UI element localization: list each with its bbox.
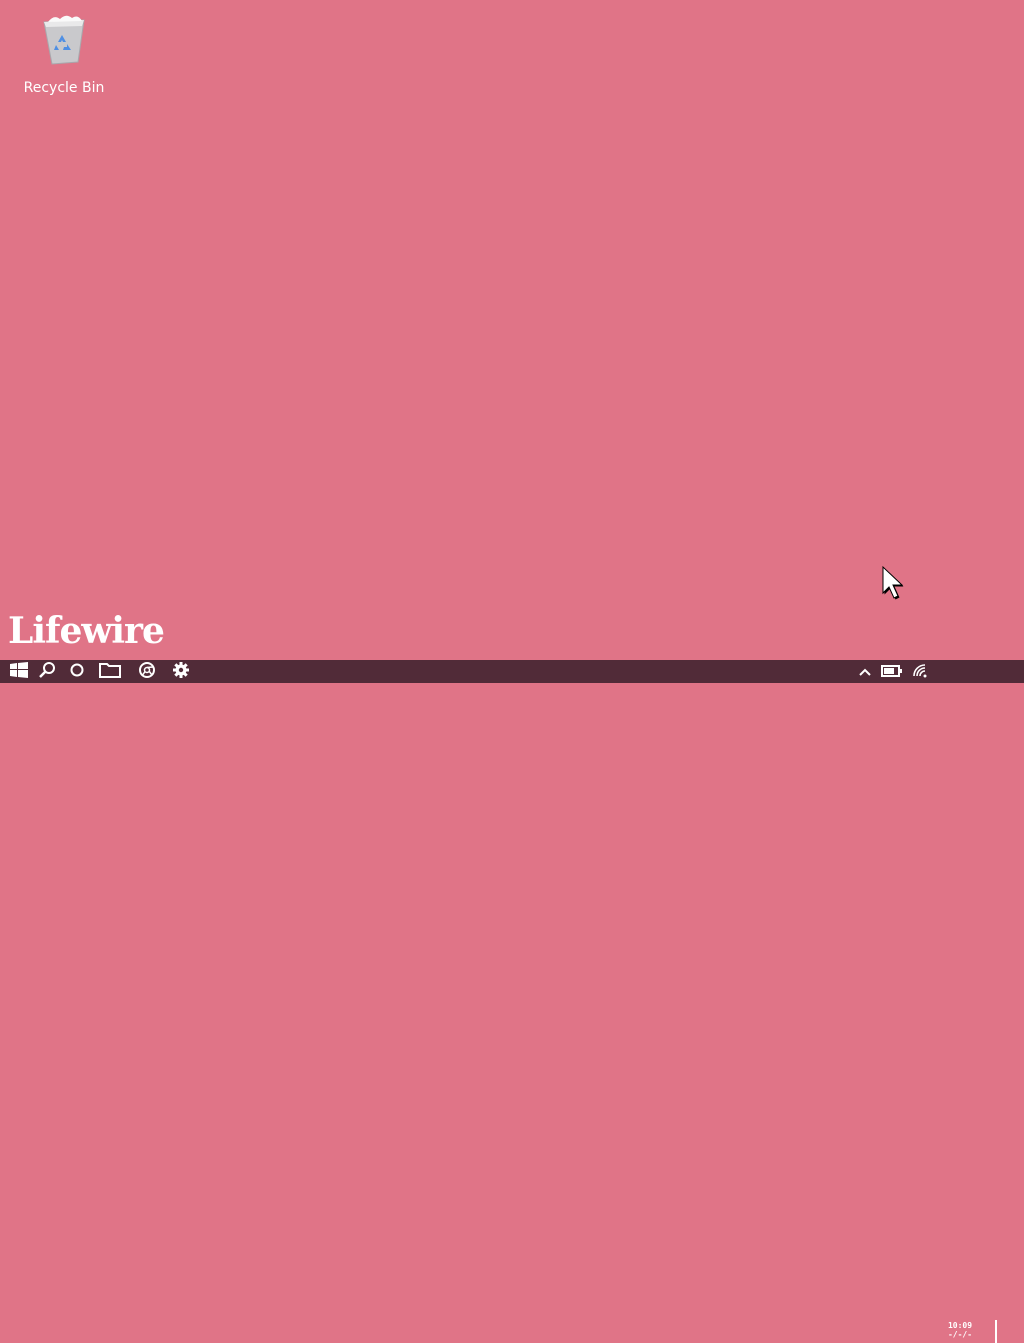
battery-icon (881, 662, 903, 681)
file-explorer-button[interactable] (95, 660, 125, 683)
desktop-icon-recycle-bin[interactable]: Recycle Bin (14, 12, 114, 96)
search-button[interactable] (32, 660, 62, 683)
chevron-up-icon (858, 662, 872, 681)
wifi-icon (911, 662, 929, 682)
clock-time: 10:09 (947, 1321, 973, 1330)
gear-icon (172, 661, 190, 683)
windows-logo-icon (10, 661, 28, 682)
battery-button[interactable] (878, 660, 906, 683)
settings-button[interactable] (166, 660, 196, 683)
clock-date: -/-/- (947, 1330, 973, 1339)
lifewire-watermark: Lifewire (8, 610, 165, 652)
recycle-bin-label: Recycle Bin (23, 80, 105, 96)
recycle-bin-icon (38, 12, 90, 66)
chrome-icon (138, 661, 156, 683)
browser-button[interactable] (132, 660, 162, 683)
folder-icon (99, 662, 121, 682)
taskbar: 10:09 -/-/- (0, 660, 1024, 1343)
cortana-button[interactable] (62, 660, 92, 683)
circle-icon (69, 662, 85, 682)
network-button[interactable] (906, 660, 934, 683)
search-icon (38, 661, 56, 683)
desktop[interactable]: Recycle Bin Lifewire (0, 0, 1024, 660)
start-button[interactable] (4, 660, 34, 683)
mouse-pointer-icon (880, 564, 908, 604)
show-hidden-icons-button[interactable] (851, 660, 879, 683)
show-desktop-button[interactable] (995, 1320, 997, 1343)
taskbar-clock[interactable]: 10:09 -/-/- (940, 1321, 980, 1339)
